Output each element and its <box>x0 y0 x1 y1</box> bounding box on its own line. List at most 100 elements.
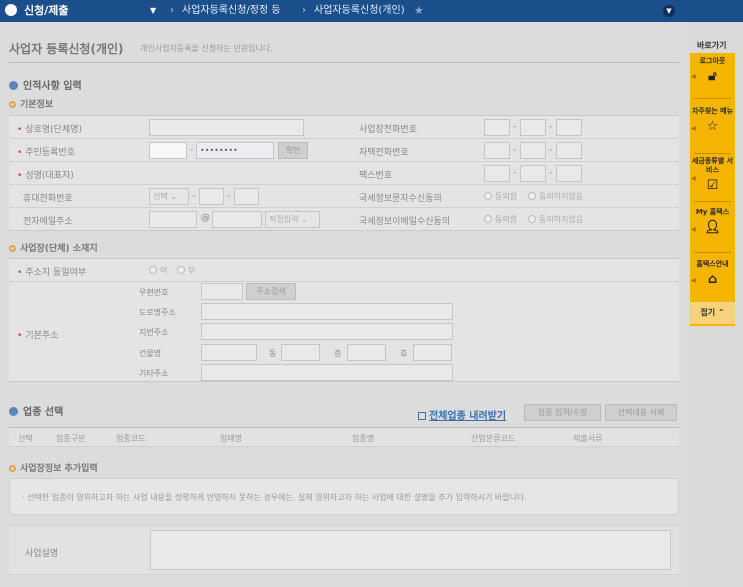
chevron-down-icon[interactable]: ▼ <box>150 0 156 22</box>
breadcrumb-2[interactable]: 사업자등록신청(개인) <box>314 0 405 22</box>
lock-open-icon: 🔓︎ <box>708 69 717 84</box>
page-subtitle: 개인사업자등록을 신청하는 민원입니다. <box>140 44 273 53</box>
star-outline-icon: ☆ <box>706 119 719 134</box>
biz-phone-3[interactable] <box>556 119 582 136</box>
mail-disagree-radio[interactable]: 동의하지않음 <box>528 214 583 225</box>
form-row: 전자메일주소 @ 직접입력 ⌄ 국세정보이메일수신동의 동의함 동의하지않음 <box>9 208 679 231</box>
ho-input[interactable] <box>413 344 452 361</box>
business-description-row: 사업설명 <box>9 525 679 575</box>
sms-disagree-radio[interactable]: 동의하지않음 <box>528 191 583 202</box>
home-phone-1[interactable] <box>484 142 510 159</box>
circle-icon <box>9 101 16 108</box>
name-label: 성명(대표자) <box>25 171 74 181</box>
trade-name-input[interactable] <box>149 119 304 136</box>
business-description-textarea[interactable] <box>150 530 671 570</box>
arrow-left-icon: ◀ <box>691 277 696 284</box>
form-row: • 상호명(단체명) 사업장전화번호 - - <box>9 116 679 139</box>
user-icon: 👤︎ <box>704 220 721 235</box>
subsection-basic: 기본정보 <box>9 97 53 110</box>
mobile-last-input[interactable] <box>234 188 259 205</box>
breadcrumb-1[interactable]: 사업자등록신청/정정 등 <box>182 0 281 22</box>
base-address-label: 기본주소 <box>25 331 59 341</box>
form-row: 휴대전화번호 선택 ⌄ - - 국세정보문자수신동의 동의함 동의하지않음 <box>9 185 679 208</box>
industry-edit-button[interactable]: 업종 입력/수정 <box>524 404 601 421</box>
info-notice: · 선택한 업종이 영위하고자 하는 사업 내용을 정확하게 반영하지 못하는 … <box>9 478 679 515</box>
etc-address-input[interactable] <box>201 364 453 381</box>
home-phone-2[interactable] <box>520 142 546 159</box>
address-search-button[interactable]: 주소검색 <box>246 283 296 300</box>
email-id-input[interactable] <box>149 211 197 228</box>
building-input[interactable] <box>201 344 257 361</box>
column-header: 산업분류코드 <box>471 434 516 443</box>
email-domain-input[interactable] <box>212 211 262 228</box>
mail-consent-label: 국세정보이메일수신동의 <box>359 217 451 227</box>
mobile-mid-input[interactable] <box>199 188 224 205</box>
separator-icon: › <box>302 5 306 16</box>
quick-menu: 로그아웃 🔓︎ 자주찾는 메뉴 ☆ 세금종류별 서비스 ☑ My 홈택스 👤︎ … <box>690 53 735 326</box>
column-header: 업종명 <box>352 434 375 443</box>
postcode-input[interactable] <box>201 283 243 300</box>
column-header: 선택 <box>18 434 33 443</box>
form-row: • 성명(대표자) 팩스번호 - - <box>9 162 679 185</box>
arrow-left-icon: ◀ <box>691 226 696 233</box>
home-icon[interactable] <box>5 4 17 16</box>
biz-phone-1[interactable] <box>484 119 510 136</box>
rrn-back-input[interactable]: •••••••• <box>196 142 274 159</box>
dong-label: 동 <box>269 349 277 358</box>
biz-phone-2[interactable] <box>520 119 546 136</box>
mobile-carrier-select[interactable]: 선택 ⌄ <box>149 188 189 205</box>
column-header: 제출서류 <box>573 434 603 443</box>
tax-services-button[interactable]: 세금종류별 서비스 ☑ <box>690 157 735 193</box>
delete-selection-button[interactable]: 선택내용 삭제 <box>605 404 677 421</box>
trade-name-label: 상호명(단체명) <box>25 125 83 135</box>
email-label: 전자메일주소 <box>23 217 73 227</box>
jibun-address-label: 지번주소 <box>139 328 169 337</box>
expand-menu-icon[interactable]: ▼ <box>663 5 675 17</box>
bullet-icon <box>9 407 18 416</box>
floor-input[interactable] <box>347 344 386 361</box>
favorites-button[interactable]: 자주찾는 메뉴 ☆ <box>690 107 735 134</box>
subsection-address: 사업장(단체) 소재지 <box>9 241 98 254</box>
road-address-input[interactable] <box>201 303 453 320</box>
mail-agree-radio[interactable]: 동의함 <box>484 214 517 225</box>
fax-2[interactable] <box>520 165 546 182</box>
jibun-address-input[interactable] <box>201 323 453 340</box>
quick-menu-title: 바로가기 <box>697 41 727 50</box>
home-phone-3[interactable] <box>556 142 582 159</box>
business-description-label: 사업설명 <box>25 549 59 559</box>
hometax-guide-button[interactable]: 홈택스안내 ⌂ <box>690 260 735 287</box>
fax-1[interactable] <box>484 165 510 182</box>
chevron-down-icon: ⌄ <box>170 192 177 201</box>
email-domain-select[interactable]: 직접입력 ⌄ <box>265 211 320 228</box>
fax-label: 팩스번호 <box>359 171 393 181</box>
favorite-star-icon[interactable]: ★ <box>414 0 424 22</box>
bullet-icon <box>9 81 18 90</box>
sms-agree-radio[interactable]: 동의함 <box>484 191 517 202</box>
fold-button[interactable]: 접기 ⌃ <box>690 302 735 324</box>
fax-3[interactable] <box>556 165 582 182</box>
at-sign: @ <box>201 213 210 223</box>
biz-phone-label: 사업장전화번호 <box>359 125 417 135</box>
same-address-label: 주소지 동일여부 <box>25 268 87 278</box>
postcode-label: 우편번호 <box>139 288 169 297</box>
same-yes-radio[interactable]: 여 <box>149 265 167 276</box>
chevron-up-icon: ⌃ <box>717 308 725 317</box>
logout-button[interactable]: 로그아웃 🔓︎ <box>690 57 735 84</box>
home-icon: ⌂ <box>707 272 718 287</box>
industry-table-header: 선택 업종구분 업종코드 업태명 업종명 산업분류코드 제출서류 <box>9 427 679 447</box>
column-header: 업종구분 <box>56 434 86 443</box>
same-no-radio[interactable]: 부 <box>177 265 195 276</box>
etc-address-label: 기타주소 <box>139 369 169 378</box>
dong-input[interactable] <box>281 344 320 361</box>
rrn-front-input[interactable] <box>149 142 187 159</box>
download-industry-link[interactable]: 전체업종 내려받기 <box>418 407 506 422</box>
checkbox-icon: ☑ <box>706 178 719 193</box>
form-row: • 주민등록번호 - •••••••• 확인 자택전화번호 - - <box>9 139 679 162</box>
column-header: 업태명 <box>220 434 243 443</box>
building-label: 건물명 <box>139 349 162 358</box>
rrn-confirm-button[interactable]: 확인 <box>278 142 308 159</box>
my-hometax-button[interactable]: My 홈택스 👤︎ <box>690 208 735 235</box>
address-form: • 주소지 동일여부 여 부 • 기본주소 우편번호 주소검색 도로명주소 지번주소… <box>9 258 679 382</box>
menu-selector[interactable]: 신청/제출 <box>24 0 164 22</box>
page-title: 사업자 등록신청(개인) <box>9 42 124 56</box>
